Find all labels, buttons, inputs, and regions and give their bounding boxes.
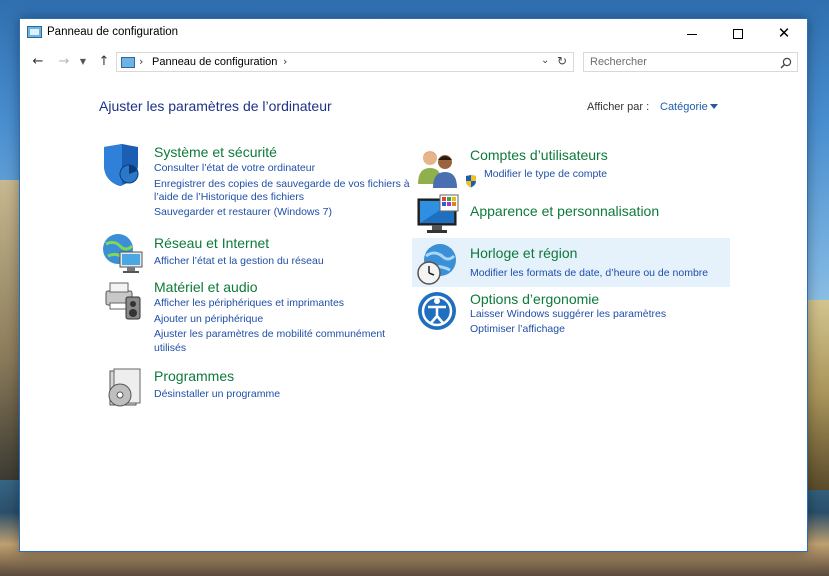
maximize-icon — [733, 29, 743, 40]
link-optimize-display[interactable]: Optimiser l’affichage — [470, 323, 565, 335]
category-hardware-sound: Matériel et audio Afficher les périphéri… — [100, 277, 410, 357]
link-windows-suggest-settings[interactable]: Laisser Windows suggérer les paramètres — [470, 308, 666, 320]
up-button[interactable]: ↑ — [94, 52, 114, 72]
link-date-time-formats[interactable]: Modifier les formats de date, d’heure ou… — [470, 267, 708, 279]
chevron-down-icon[interactable] — [710, 104, 718, 109]
forward-button[interactable]: → — [54, 52, 74, 72]
link-change-account-type[interactable]: Modifier le type de compte — [484, 168, 607, 180]
search-box[interactable] — [583, 52, 798, 72]
category-title[interactable]: Apparence et personnalisation — [470, 203, 659, 219]
link-devices-printers[interactable]: Afficher les périphériques et imprimante… — [154, 297, 344, 309]
category-appearance: Apparence et personnalisation — [416, 193, 726, 237]
search-icon[interactable] — [780, 57, 792, 69]
network-globe-icon — [103, 234, 143, 273]
control-panel-icon — [27, 26, 42, 38]
link-check-status[interactable]: Consulter l’état de votre ordinateur — [154, 162, 315, 174]
link-mobility-settings-cont[interactable]: utilisés — [154, 342, 186, 354]
refresh-icon[interactable]: ↻ — [557, 54, 567, 68]
page-title: Ajuster les paramètres de l’ordinateur — [99, 98, 332, 114]
category-programs: Programmes Désinstaller un programme — [100, 367, 410, 411]
control-panel-icon — [121, 57, 135, 68]
link-network-status[interactable]: Afficher l’état et la gestion du réseau — [154, 255, 324, 267]
address-dropdown-icon[interactable]: ⌄ — [541, 55, 549, 66]
back-button[interactable]: ← — [28, 52, 48, 72]
title-bar[interactable]: Panneau de configuration ✕ — [20, 19, 807, 47]
shield-icon — [104, 144, 139, 186]
category-network-internet: Réseau et Internet Afficher l’état et la… — [100, 232, 410, 276]
control-panel-window: Panneau de configuration ✕ ← → ▼ ↑ › Pan… — [19, 18, 808, 552]
printer-speaker-icon — [105, 282, 141, 320]
link-file-history[interactable]: Enregistrer des copies de sauvegarde de … — [154, 178, 410, 190]
category-title[interactable]: Horloge et région — [470, 245, 577, 261]
window-title: Panneau de configuration — [47, 26, 179, 38]
address-bar[interactable]: › Panneau de configuration › ⌄ ↻ — [116, 52, 574, 72]
close-icon: ✕ — [777, 24, 791, 42]
breadcrumb-chevron-icon[interactable]: › — [283, 55, 287, 68]
category-title[interactable]: Système et sécurité — [154, 144, 277, 160]
desktop-wallpaper-left — [0, 180, 20, 480]
category-title[interactable]: Comptes d’utilisateurs — [470, 147, 608, 163]
desktop-wallpaper-right — [808, 300, 829, 490]
uac-shield-icon — [466, 175, 476, 188]
minimize-button[interactable] — [669, 19, 715, 47]
monitor-palette-icon — [417, 194, 459, 233]
link-mobility-settings[interactable]: Ajuster les paramètres de mobilité commu… — [154, 328, 385, 340]
link-add-device[interactable]: Ajouter un périphérique — [154, 313, 263, 325]
breadcrumb-control-panel[interactable]: Panneau de configuration — [152, 56, 277, 68]
clock-globe-icon — [417, 244, 456, 285]
view-by-label: Afficher par : — [587, 101, 650, 113]
category-user-accounts: Comptes d’utilisateurs Modifier le type … — [416, 146, 726, 190]
search-input[interactable] — [590, 55, 770, 69]
link-backup-restore[interactable]: Sauvegarder et restaurer (Windows 7) — [154, 206, 332, 218]
close-button[interactable]: ✕ — [761, 19, 807, 47]
link-uninstall-program[interactable]: Désinstaller un programme — [154, 388, 280, 400]
category-title[interactable]: Matériel et audio — [154, 279, 258, 295]
category-title[interactable]: Programmes — [154, 368, 234, 384]
category-system-security: Système et sécurité Consulter l’état de … — [100, 143, 410, 223]
minimize-icon — [687, 33, 697, 35]
users-icon — [418, 151, 457, 188]
link-file-history-cont[interactable]: l’aide de l’Historique des fichiers — [154, 191, 304, 203]
navigation-bar: ← → ▼ ↑ › Panneau de configuration › ⌄ ↻ — [20, 49, 807, 75]
maximize-button[interactable] — [715, 19, 761, 47]
ease-of-access-icon — [418, 292, 456, 330]
category-ease-of-access: Options d’ergonomie Laisser Windows sugg… — [416, 289, 726, 339]
recent-locations-button[interactable]: ▼ — [76, 52, 90, 72]
category-clock-region[interactable]: Horloge et région Modifier les formats d… — [416, 242, 726, 286]
view-by-dropdown[interactable]: Catégorie — [660, 101, 708, 113]
breadcrumb-chevron-icon[interactable]: › — [139, 55, 143, 68]
programs-disc-icon — [108, 368, 141, 407]
category-title[interactable]: Réseau et Internet — [154, 235, 269, 251]
category-title[interactable]: Options d’ergonomie — [470, 291, 599, 307]
